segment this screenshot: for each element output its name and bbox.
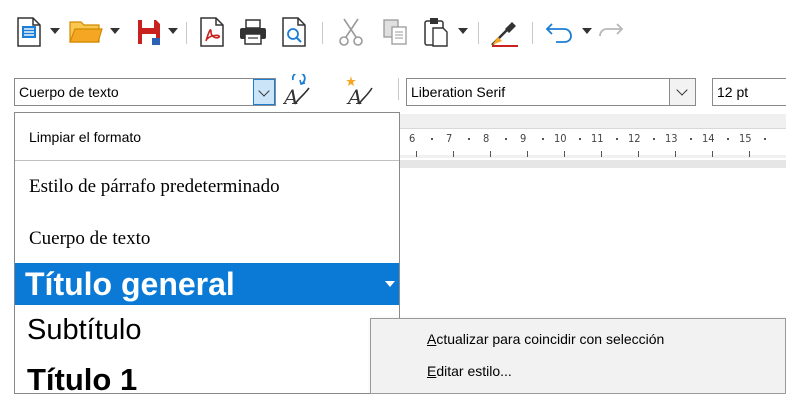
new-style-button[interactable]: A [344,72,374,108]
horizontal-ruler[interactable]: 6 7 8 9 10 11 12 13 14 15 [398,114,786,158]
style-item-body-text[interactable]: Cuerpo de texto [15,217,399,261]
style-context-menu: Actualizar para coincidir con selección … [370,318,786,394]
ruler-dot [430,138,433,140]
ruler-label: 12 [628,132,641,145]
paragraph-style-list[interactable]: Limpiar el formato Estilo de párrafo pre… [14,112,400,394]
clone-formatting-icon [491,22,518,47]
ruler-label: 6 [409,132,416,145]
ruler-label: 9 [520,132,527,145]
ruler-label: 10 [554,132,567,145]
cut-button[interactable] [334,14,368,50]
print-icon [240,19,266,45]
ruler-tab-stop[interactable] [453,151,454,157]
ruler-tab-stop[interactable] [749,151,750,157]
style-item-subtitle[interactable]: Subtítulo [15,307,399,353]
ruler-label: 11 [591,132,604,145]
new-document-icon [17,17,41,47]
font-name-dropdown-button[interactable] [669,79,695,105]
ruler-label: 7 [446,132,453,145]
style-item-title-label: Título general [25,266,235,302]
paste-button[interactable] [420,14,452,50]
page-edge [398,160,786,168]
save-dropdown-icon[interactable] [168,28,178,34]
ruler-tab-stop[interactable] [564,151,565,157]
new-document-button[interactable] [14,14,44,50]
undo-icon [545,23,572,43]
clear-formatting-item[interactable]: Limpiar el formato [15,113,399,161]
print-preview-button[interactable] [278,14,310,50]
print-button[interactable] [236,14,270,50]
open-button[interactable] [68,14,104,50]
ruler-dot [726,138,729,140]
ruler-dot [763,138,766,140]
ruler-tab-stop[interactable] [527,151,528,157]
ruler-dot [467,138,470,140]
chevron-down-icon [258,85,270,97]
new-dropdown-icon[interactable] [50,28,60,34]
update-mnemonic: A [427,331,437,347]
font-size-value[interactable]: 12 pt [717,79,748,105]
formatting-toolbar: Cuerpo de texto A A Liberation Serif 12 … [0,64,786,114]
ruler-tab-stop[interactable] [601,151,602,157]
ruler-dot [504,138,507,140]
ruler-dot [652,138,655,140]
font-name-value[interactable]: Liberation Serif [411,79,505,105]
new-style-icon: A [346,76,373,106]
edit-mnemonic: E [427,363,437,379]
toolbar-separator [186,22,187,44]
paste-dropdown-icon[interactable] [458,28,468,34]
toolbar-separator [322,22,323,44]
export-pdf-icon [200,17,224,47]
print-preview-icon [282,17,306,47]
ruler-tab-stop[interactable] [712,151,713,157]
ruler-dot [689,138,692,140]
clone-formatting-button[interactable] [488,14,522,50]
ruler-label: 8 [483,132,490,145]
standard-toolbar [0,0,786,64]
save-icon [138,20,160,45]
update-label: ctualizar para coincidir con selección [436,331,665,347]
ruler-tab-stop[interactable] [416,151,417,157]
undo-dropdown-icon[interactable] [582,28,592,34]
toolbar-separator [398,78,399,100]
ruler-label: 15 [739,132,752,145]
ruler-label: 14 [702,132,715,145]
ruler-dot [578,138,581,140]
chevron-down-icon [676,84,688,96]
ruler-tab-stop[interactable] [490,151,491,157]
redo-button[interactable] [598,14,626,50]
ruler-dot [541,138,544,140]
undo-button[interactable] [542,14,576,50]
toolbar-separator [532,22,533,44]
font-size-combo[interactable]: 12 pt [712,78,786,106]
ruler-label: 13 [665,132,678,145]
save-button[interactable] [134,14,164,50]
update-style-button[interactable]: A [282,72,312,108]
copy-button[interactable] [378,14,412,50]
open-dropdown-icon[interactable] [110,28,120,34]
update-to-match-selection-item[interactable]: Actualizar para coincidir con selección [427,331,664,347]
style-menu-arrow-icon[interactable] [385,281,395,287]
paste-icon [424,18,448,47]
cut-icon [339,18,363,46]
redo-icon [599,23,624,37]
paragraph-style-combo[interactable]: Cuerpo de texto [14,78,276,106]
copy-icon [383,19,407,45]
update-style-icon: A [283,74,310,106]
paragraph-style-dropdown-button[interactable] [253,79,275,105]
font-name-combo[interactable]: Liberation Serif [406,78,696,106]
style-item-default[interactable]: Estilo de párrafo predeterminado [15,165,399,209]
edit-label: ditar estilo... [436,363,512,379]
style-item-heading-1[interactable]: Título 1 [15,357,399,393]
edit-style-item[interactable]: Editar estilo... [427,363,512,379]
style-item-title[interactable]: Título general [15,263,399,305]
export-pdf-button[interactable] [196,14,228,50]
open-folder-icon [69,21,103,43]
paragraph-style-value[interactable]: Cuerpo de texto [19,79,119,105]
ruler-tab-stop[interactable] [675,151,676,157]
ruler-dot [615,138,618,140]
toolbar-separator [478,22,479,44]
ruler-tab-stop[interactable] [638,151,639,157]
